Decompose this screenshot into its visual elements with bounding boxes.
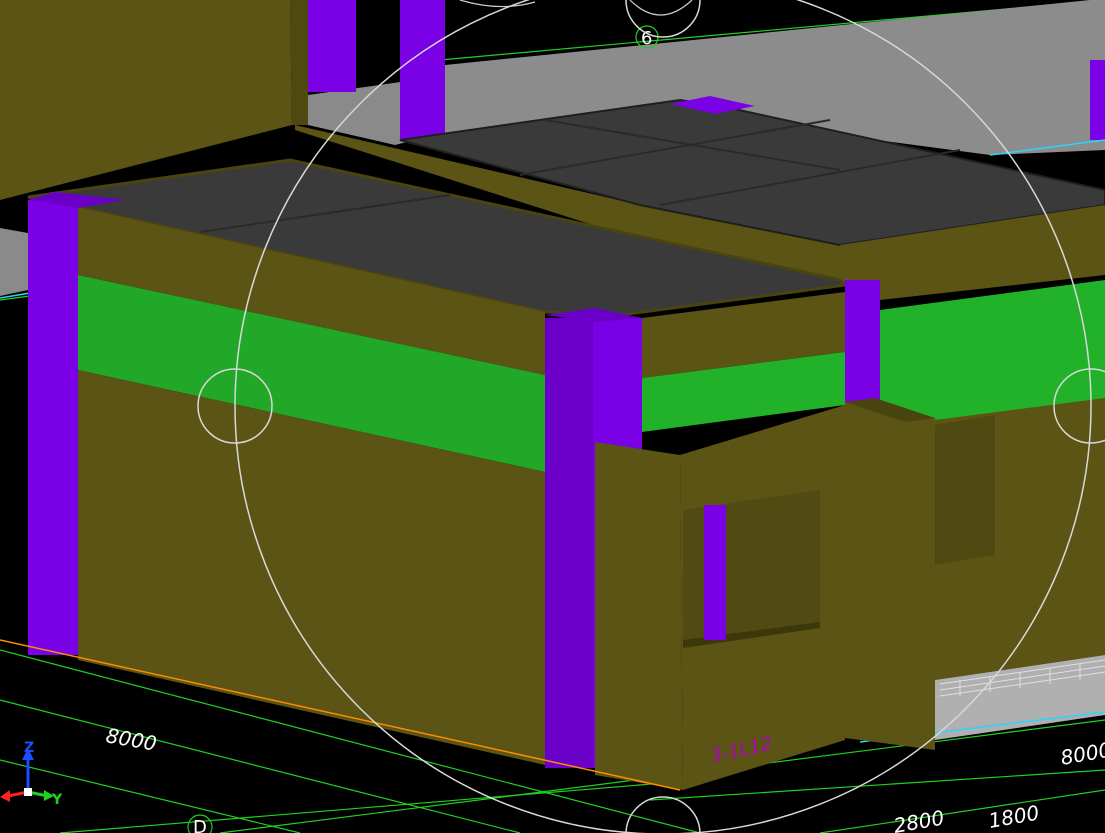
back-wall-mid — [290, 0, 308, 125]
right-wall-recess — [935, 415, 995, 565]
svg-text:D: D — [193, 817, 207, 833]
front-column-left — [28, 200, 78, 655]
front-column-center-side — [545, 318, 593, 768]
porch-wall-side — [595, 442, 683, 790]
porch-window-column — [704, 505, 726, 640]
porch-pier — [845, 402, 935, 750]
ucs-y-label: Y — [51, 792, 63, 808]
gray-wall-far-left — [0, 228, 28, 296]
back-column-1 — [308, 0, 356, 92]
front-column-right — [845, 280, 880, 405]
back-column-right — [1090, 60, 1105, 140]
porch-window-frame — [683, 490, 820, 648]
3d-model-viewport[interactable]: 3-1L12 8000 8000 1800 2800 6 D Z Y — [0, 0, 1105, 833]
back-column-2 — [400, 0, 445, 140]
ucs-z-label: Z — [24, 740, 34, 756]
